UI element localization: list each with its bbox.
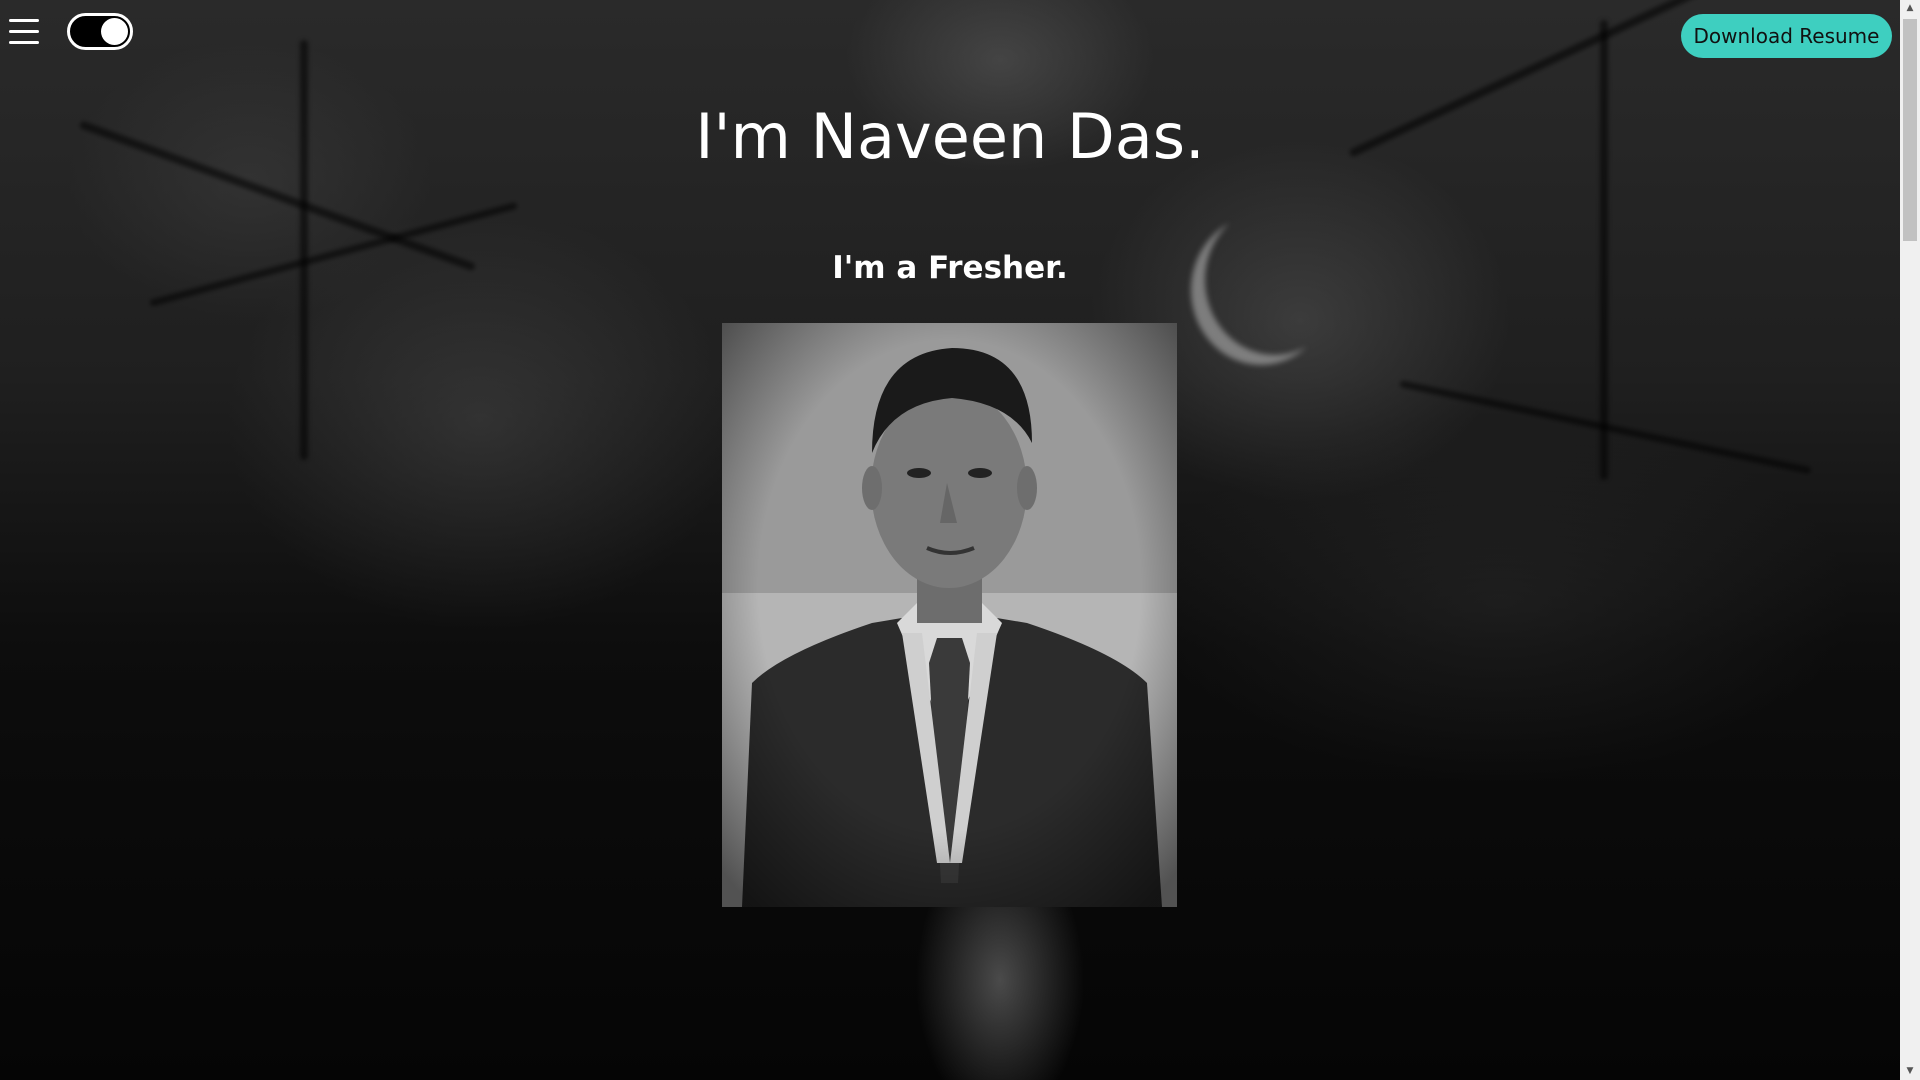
menu-line (9, 30, 39, 33)
hamburger-menu-icon[interactable] (9, 17, 39, 47)
scroll-down-arrow-icon[interactable]: ▼ (1900, 1063, 1920, 1080)
theme-toggle[interactable] (67, 13, 133, 50)
vertical-scrollbar[interactable]: ▲ ▼ (1900, 0, 1920, 1080)
profile-photo-illustration (722, 323, 1177, 907)
scroll-up-arrow-icon[interactable]: ▲ (1900, 0, 1920, 17)
profile-photo (722, 323, 1177, 907)
toggle-knob (101, 18, 128, 45)
menu-line (9, 19, 39, 22)
page-title: I'm Naveen Das. (695, 100, 1205, 173)
page-subtitle: I'm a Fresher. (832, 250, 1068, 286)
menu-line (9, 41, 39, 44)
scrollbar-thumb[interactable] (1903, 19, 1917, 241)
page: Download Resume I'm Naveen Das. I'm a Fr… (0, 0, 1920, 1080)
download-resume-button[interactable]: Download Resume (1681, 14, 1892, 58)
